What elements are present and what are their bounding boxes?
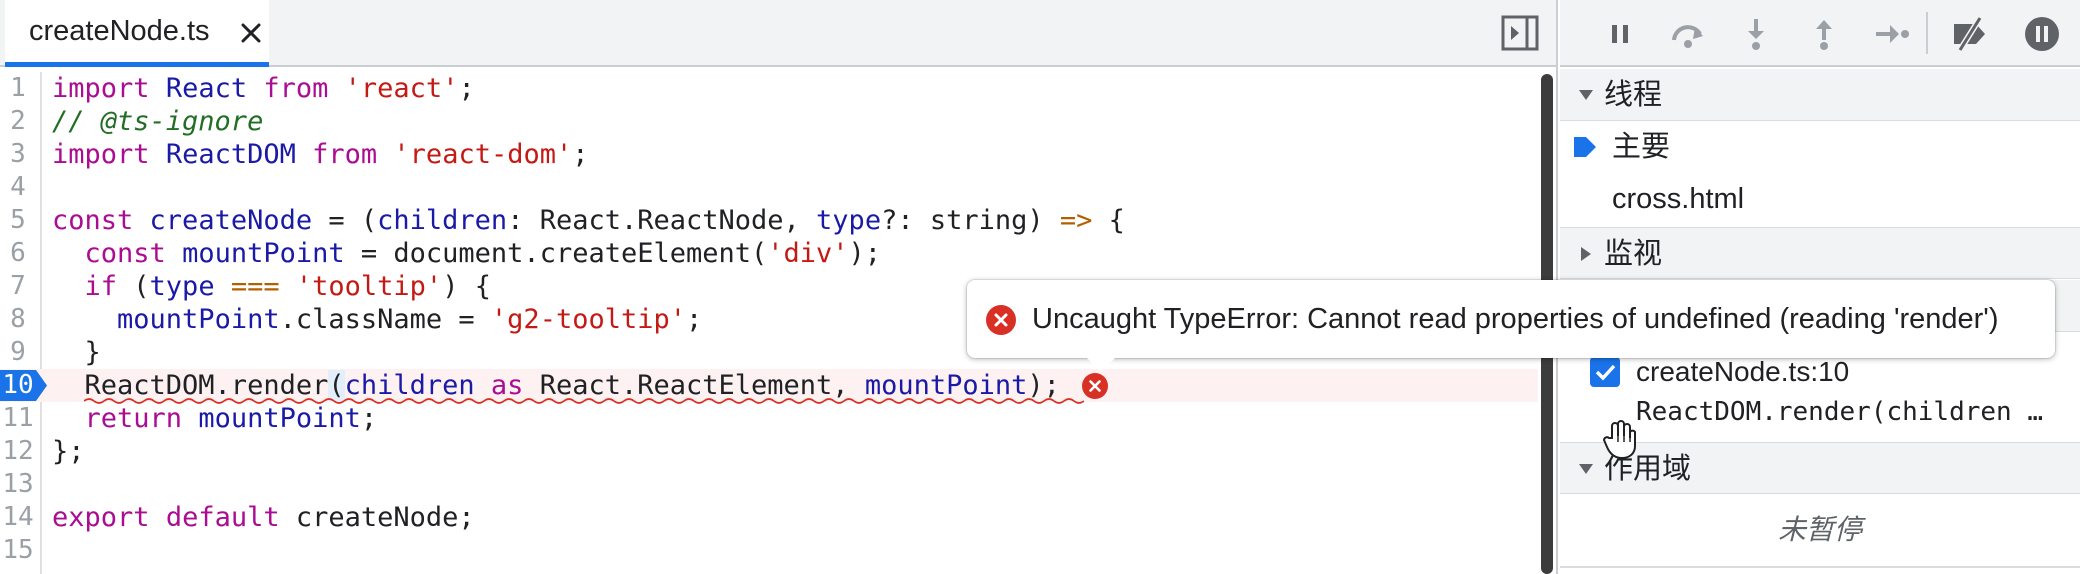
code-text: }: [52, 337, 101, 368]
step-over-icon[interactable]: [1668, 14, 1708, 54]
code-text: import ReactDOM from 'react-dom';: [52, 139, 589, 170]
close-icon[interactable]: [237, 19, 265, 47]
code-line[interactable]: 14 export default createNode;: [0, 501, 1538, 534]
line-number[interactable]: 12: [0, 435, 36, 468]
code-text: export default createNode;: [52, 502, 475, 533]
code-line[interactable]: 5 const createNode = (children: React.Re…: [0, 204, 1538, 237]
code-text: if (type === 'tooltip') {: [84, 271, 491, 302]
thread-item-main[interactable]: 主要: [1560, 121, 2080, 173]
code-line[interactable]: 1 import React from 'react';: [0, 72, 1538, 105]
code-line[interactable]: 4: [0, 171, 1538, 204]
breakpoint-location[interactable]: createNode.ts:10: [1636, 352, 1849, 392]
code-text: import React from 'react';: [52, 73, 475, 104]
thread-item-cross[interactable]: cross.html: [1560, 173, 2080, 225]
deactivate-breakpoints-icon[interactable]: [1950, 14, 1990, 54]
scope-status: 未暂停: [1777, 514, 1862, 545]
code-line[interactable]: 3 import ReactDOM from 'react-dom';: [0, 138, 1538, 171]
line-number[interactable]: 7: [0, 270, 36, 303]
tab-createnode[interactable]: createNode.ts: [5, 0, 269, 67]
code-line[interactable]: 13: [0, 468, 1538, 501]
pause-on-exceptions-icon[interactable]: [2022, 14, 2062, 54]
line-number[interactable]: 8: [0, 303, 36, 336]
line-number[interactable]: 14: [0, 501, 36, 534]
section-title: 线程: [1604, 79, 1663, 111]
editor-tab-bar: createNode.ts: [0, 0, 1556, 67]
line-number[interactable]: 2: [0, 105, 36, 138]
code-text: const createNode = (children: React.Reac…: [52, 205, 1125, 236]
toggle-navigator-icon[interactable]: [1500, 13, 1540, 53]
checkmark-icon: [1595, 364, 1616, 381]
line-number[interactable]: 9: [0, 336, 36, 369]
line-number[interactable]: 10: [0, 369, 36, 402]
line-number[interactable]: 5: [0, 204, 36, 237]
code-line[interactable]: 11 return mountPoint;: [0, 402, 1538, 435]
line-number[interactable]: 11: [0, 402, 36, 435]
code-text: const mountPoint = document.createElemen…: [84, 238, 882, 269]
code-line[interactable]: 6 const mountPoint = document.createElem…: [0, 237, 1538, 270]
debugger-toolbar: [1560, 0, 2080, 67]
error-message: Uncaught TypeError: Cannot read properti…: [1032, 303, 1999, 335]
breakpoint-snippet: ReactDOM.render(children …: [1636, 397, 2043, 427]
toolbar-separator: [1926, 12, 1928, 54]
triangle-right-icon: [1581, 247, 1591, 261]
code-line[interactable]: 12 };: [0, 435, 1538, 468]
step-into-icon[interactable]: [1736, 14, 1776, 54]
code-text: mountPoint.className = 'g2-tooltip';: [117, 304, 703, 335]
thread-label: 主要: [1612, 131, 1671, 163]
code-line[interactable]: 15: [0, 534, 1538, 567]
step-out-icon[interactable]: [1804, 14, 1844, 54]
line-number[interactable]: 13: [0, 468, 36, 501]
code-text: };: [52, 436, 85, 467]
error-tooltip: Uncaught TypeError: Cannot read properti…: [967, 280, 2055, 372]
breakpoint-checkbox[interactable]: [1590, 357, 1620, 387]
error-icon: [986, 305, 1016, 335]
line-number[interactable]: 3: [0, 138, 36, 171]
code-line-error[interactable]: 10 ReactDOM.render(children as React.Rea…: [0, 369, 1538, 404]
code-line[interactable]: 2 // @ts-ignore: [0, 105, 1538, 138]
tab-label: createNode.ts: [29, 14, 210, 47]
section-threads[interactable]: 线程: [1560, 69, 2080, 121]
tooltip-caret: [1085, 356, 1117, 372]
section-watch[interactable]: 监视: [1560, 227, 2080, 279]
line-number[interactable]: 6: [0, 237, 36, 270]
step-icon[interactable]: [1872, 14, 1912, 54]
code-comment: // @ts-ignore: [52, 106, 264, 137]
line-number[interactable]: 15: [0, 534, 36, 567]
hand-cursor-icon: [1602, 420, 1636, 460]
code-text: return mountPoint;: [84, 403, 378, 434]
thread-label: cross.html: [1612, 183, 1745, 215]
line-number[interactable]: 1: [0, 72, 36, 105]
triangle-down-icon: [1579, 464, 1593, 474]
current-thread-arrow-icon: [1574, 137, 1596, 157]
line-number[interactable]: 4: [0, 171, 36, 204]
error-icon[interactable]: [1082, 373, 1108, 399]
divider: [1560, 566, 2080, 568]
pause-icon[interactable]: [1600, 14, 1640, 54]
triangle-down-icon: [1579, 90, 1593, 100]
section-scope[interactable]: 作用域: [1560, 442, 2080, 494]
section-title: 监视: [1604, 238, 1663, 270]
